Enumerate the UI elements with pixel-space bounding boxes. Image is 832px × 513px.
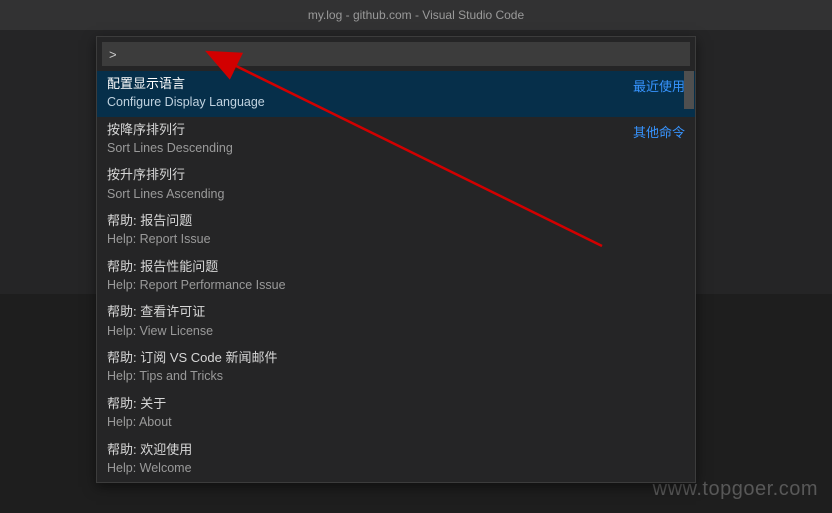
palette-item-help-report-performance-issue[interactable]: 帮助: 报告性能问题 Help: Report Performance Issu… — [97, 254, 695, 300]
scrollbar-thumb[interactable] — [684, 71, 694, 109]
palette-item-label-cn: 按升序排列行 — [107, 166, 685, 184]
palette-item-label-cn: 帮助: 欢迎使用 — [107, 441, 685, 459]
palette-item-label-cn: 帮助: 报告性能问题 — [107, 258, 685, 276]
palette-item-help-tips-and-tricks[interactable]: 帮助: 订阅 VS Code 新闻邮件 Help: Tips and Trick… — [97, 345, 695, 391]
command-palette-input-wrap — [97, 37, 695, 71]
palette-item-label-en: Help: Report Issue — [107, 231, 685, 249]
palette-item-help-view-license[interactable]: 帮助: 查看许可证 Help: View License — [97, 299, 695, 345]
other-commands-tag: 其他命令 — [633, 121, 685, 141]
palette-item-label-cn: 帮助: 报告问题 — [107, 212, 685, 230]
command-palette: 配置显示语言 Configure Display Language 最近使用 按… — [96, 36, 696, 483]
window-titlebar: my.log - github.com - Visual Studio Code — [0, 0, 832, 30]
palette-item-label-en: Sort Lines Descending — [107, 140, 625, 158]
palette-item-label-en: Help: Tips and Tricks — [107, 368, 685, 386]
palette-item-help-about[interactable]: 帮助: 关于 Help: About — [97, 391, 695, 437]
palette-item-label-cn: 配置显示语言 — [107, 75, 625, 93]
palette-item-label-cn: 帮助: 关于 — [107, 395, 685, 413]
palette-item-label-en: Help: Welcome — [107, 460, 685, 478]
recently-used-tag: 最近使用 — [633, 75, 685, 95]
palette-item-label-cn: 按降序排列行 — [107, 121, 625, 139]
palette-item-label-cn: 帮助: 查看许可证 — [107, 303, 685, 321]
command-palette-input[interactable] — [102, 42, 690, 66]
palette-item-help-welcome[interactable]: 帮助: 欢迎使用 Help: Welcome — [97, 437, 695, 483]
palette-item-label-en: Sort Lines Ascending — [107, 186, 685, 204]
palette-item-label-en: Help: Report Performance Issue — [107, 277, 685, 295]
palette-item-configure-display-language[interactable]: 配置显示语言 Configure Display Language 最近使用 — [97, 71, 695, 117]
palette-item-label-en: Help: About — [107, 414, 685, 432]
palette-item-label-en: Configure Display Language — [107, 94, 625, 112]
palette-item-label-cn: 帮助: 订阅 VS Code 新闻邮件 — [107, 349, 685, 367]
palette-item-label-en: Help: View License — [107, 323, 685, 341]
window-title: my.log - github.com - Visual Studio Code — [308, 8, 524, 22]
command-palette-list: 配置显示语言 Configure Display Language 最近使用 按… — [97, 71, 695, 482]
palette-item-help-report-issue[interactable]: 帮助: 报告问题 Help: Report Issue — [97, 208, 695, 254]
palette-item-sort-lines-ascending[interactable]: 按升序排列行 Sort Lines Ascending — [97, 162, 695, 208]
palette-item-sort-lines-descending[interactable]: 按降序排列行 Sort Lines Descending 其他命令 — [97, 117, 695, 163]
